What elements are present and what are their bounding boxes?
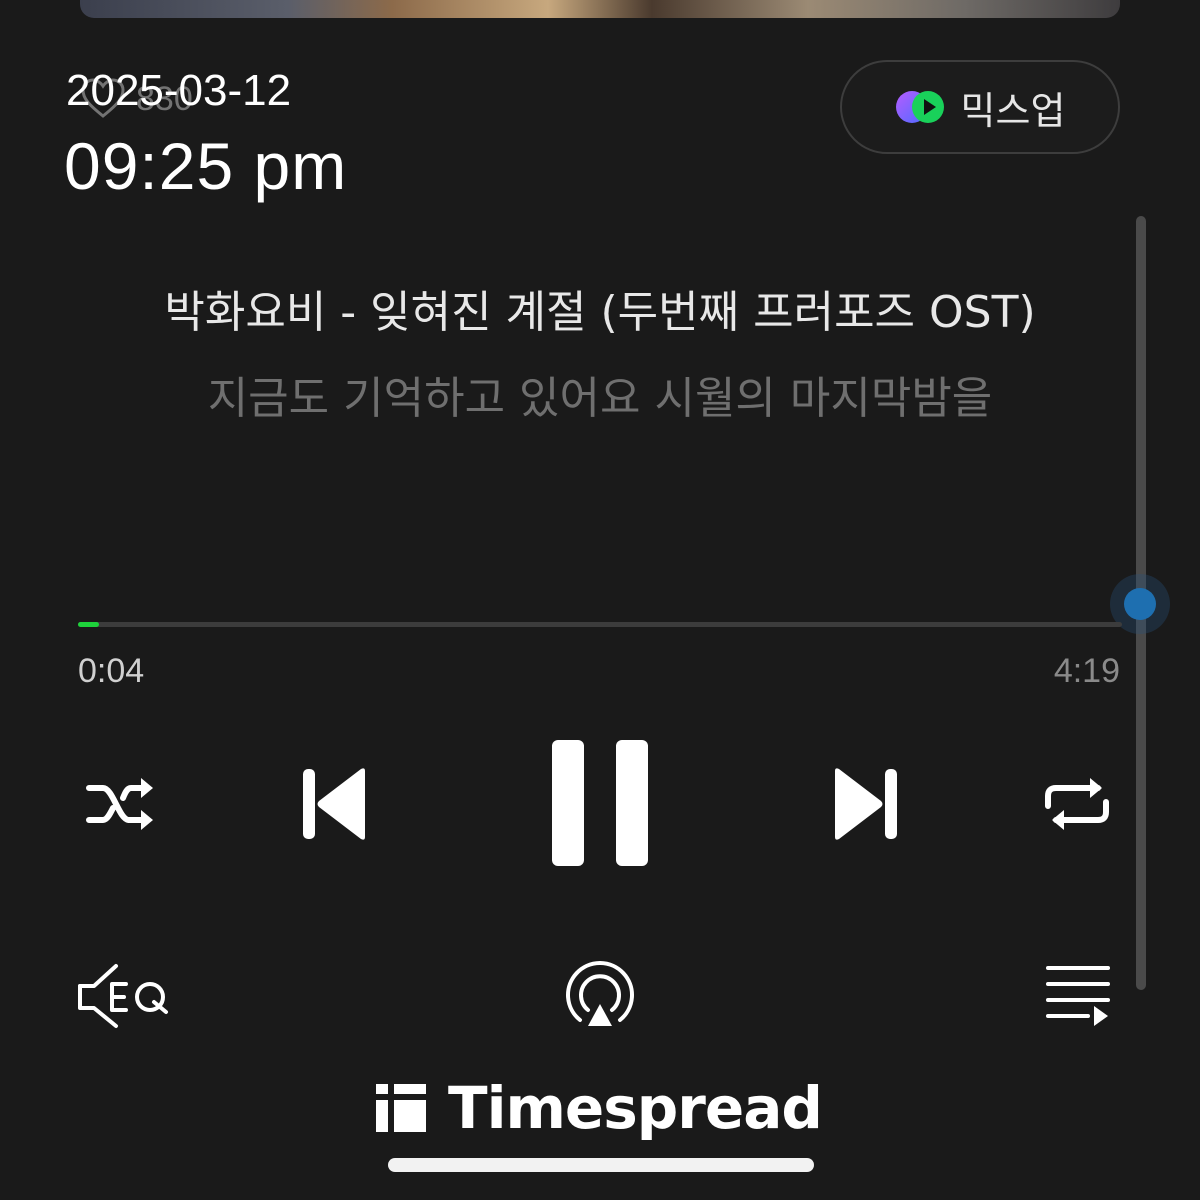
home-indicator[interactable] bbox=[388, 1158, 814, 1172]
timestamp-date: 2025-03-12 bbox=[66, 66, 292, 115]
shuffle-button[interactable] bbox=[80, 768, 162, 840]
progress-bar[interactable] bbox=[78, 622, 1122, 627]
pause-icon bbox=[552, 740, 648, 866]
brand-watermark: Timespread bbox=[374, 1074, 823, 1142]
airplay-button[interactable] bbox=[562, 960, 638, 1032]
timestamp-time: 09:25 pm bbox=[64, 129, 348, 203]
equalizer-eq-icon bbox=[78, 964, 168, 1028]
timespread-logo-icon bbox=[376, 1084, 426, 1132]
previous-button[interactable] bbox=[296, 764, 372, 844]
progress-fill bbox=[78, 622, 99, 627]
pause-button[interactable] bbox=[550, 738, 650, 868]
playlist-queue-icon bbox=[1046, 966, 1110, 1026]
player-screen: 830 2025-03-12 09:25 pm 믹스업 박화요비 - 잊혀진 계… bbox=[0, 0, 1200, 1200]
skip-previous-icon bbox=[303, 768, 365, 840]
total-duration: 4:19 bbox=[1053, 652, 1120, 690]
repeat-icon bbox=[1045, 778, 1109, 830]
shuffle-icon bbox=[86, 778, 153, 830]
repeat-button[interactable] bbox=[1038, 768, 1116, 840]
mixup-logo-icon bbox=[895, 91, 944, 123]
equalizer-button[interactable] bbox=[76, 960, 172, 1032]
next-button[interactable] bbox=[828, 764, 904, 844]
mixup-button[interactable]: 믹스업 bbox=[840, 60, 1120, 154]
album-art[interactable] bbox=[80, 0, 1120, 18]
elapsed-time: 0:04 bbox=[78, 652, 145, 690]
skip-next-icon bbox=[835, 768, 897, 840]
queue-button[interactable] bbox=[1042, 962, 1114, 1028]
scroll-thumb-dot bbox=[1124, 588, 1156, 620]
song-title[interactable]: 박화요비 - 잊혀진 계절 (두번째 프러포즈 OST) bbox=[0, 276, 1200, 340]
lyric-line[interactable]: 지금도 기억하고 있어요 시월의 마지막밤을 bbox=[0, 362, 1200, 426]
brand-name: Timespread bbox=[448, 1074, 823, 1142]
mixup-label: 믹스업 bbox=[960, 88, 1066, 133]
airplay-icon bbox=[566, 961, 634, 1026]
